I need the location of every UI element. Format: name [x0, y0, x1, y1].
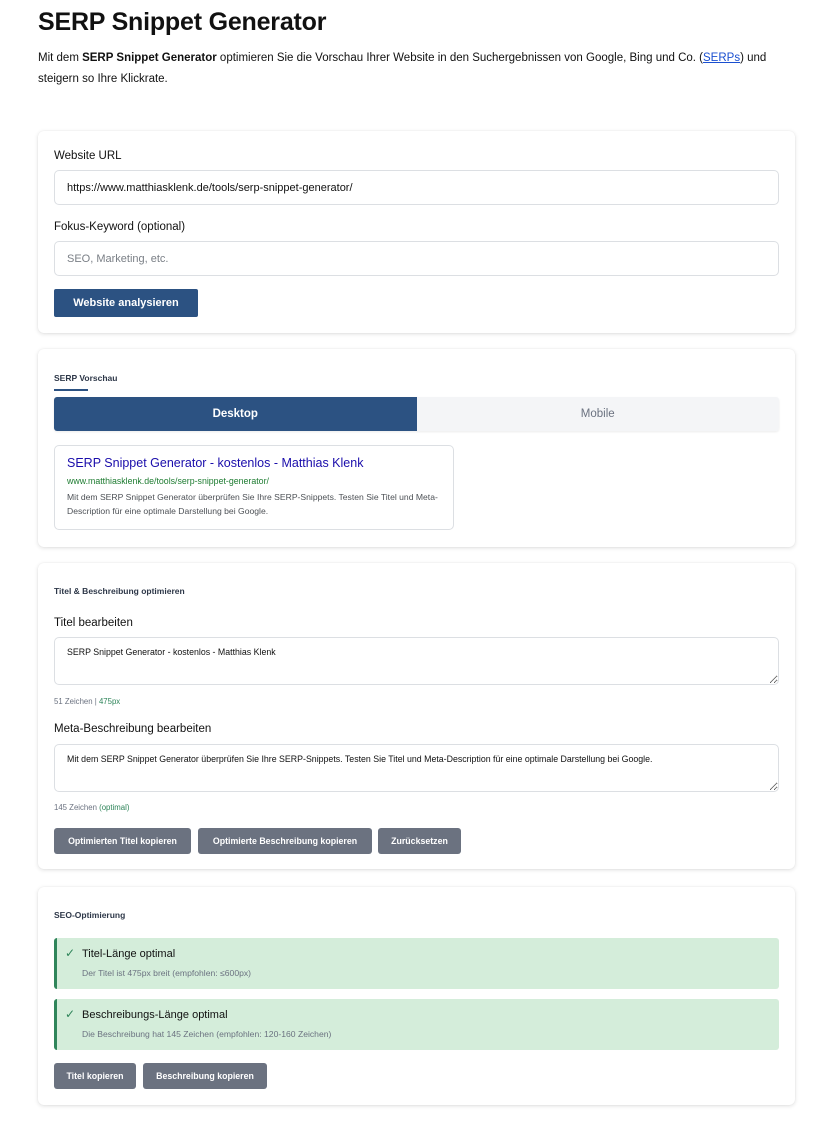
- intro-text: Mit dem SERP Snippet Generator optimiere…: [38, 48, 808, 90]
- result-description: Der Titel ist 475px breit (empfohlen: ≤6…: [82, 968, 252, 978]
- device-tabs: Desktop Mobile: [54, 397, 779, 431]
- result-title: Titel-Länge optimal: [82, 948, 176, 960]
- copy-optimized-title-button[interactable]: Optimierten Titel kopieren: [54, 828, 191, 854]
- title-pixel-width: 475px: [98, 697, 121, 706]
- serp-snippet-title[interactable]: SERP Snippet Generator - kostenlos - Mat…: [67, 456, 441, 470]
- intro-bold: SERP Snippet Generator: [82, 52, 217, 64]
- copy-description-button[interactable]: Beschreibung kopieren: [143, 1063, 267, 1089]
- description-char-count: 145 Zeichen: [54, 803, 100, 812]
- description-counter: 145 Zeichen (optimal): [54, 803, 129, 812]
- desc-edit-label: Meta-Beschreibung bearbeiten: [54, 723, 212, 735]
- page: SERP Snippet Generator Mit dem SERP Snip…: [0, 0, 839, 1134]
- copy-title-button[interactable]: Titel kopieren: [54, 1063, 136, 1089]
- reset-button[interactable]: Zurücksetzen: [378, 828, 461, 854]
- seo-heading: SEO-Optimierung: [54, 910, 126, 920]
- check-icon: ✓: [65, 1007, 76, 1021]
- optimize-card: Titel & Beschreibung optimieren Titel be…: [38, 563, 795, 869]
- tab-desktop[interactable]: Desktop: [54, 397, 417, 431]
- title-length-result: ✓ Titel-Länge optimal Der Titel ist 475p…: [54, 938, 779, 989]
- serp-snippet-description: Mit dem SERP Snippet Generator überprüfe…: [67, 492, 438, 516]
- intro-text-before: Mit dem: [38, 52, 83, 64]
- analyze-card: Website URL Fokus-Keyword (optional) Web…: [38, 131, 795, 333]
- url-label: Website URL: [54, 150, 122, 162]
- keyword-input[interactable]: [54, 241, 779, 276]
- serp-preview-underline: [54, 389, 88, 391]
- title-edit-label: Titel bearbeiten: [54, 617, 133, 629]
- tab-mobile[interactable]: Mobile: [416, 397, 779, 431]
- keyword-label: Fokus-Keyword (optional): [54, 221, 186, 233]
- serps-link[interactable]: SERPs: [703, 52, 740, 64]
- serp-snippet-preview: SERP Snippet Generator - kostenlos - Mat…: [54, 445, 454, 530]
- analyze-button[interactable]: Website analysieren: [54, 289, 198, 317]
- check-icon: ✓: [65, 946, 76, 960]
- serp-snippet-url: www.matthiasklenk.de/tools/serp-snippet-…: [67, 476, 269, 486]
- result-description: Die Beschreibung hat 145 Zeichen (empfoh…: [82, 1029, 332, 1039]
- title-textarea[interactable]: SERP Snippet Generator - kostenlos - Mat…: [54, 637, 779, 685]
- description-status: (optimal): [99, 803, 130, 812]
- description-length-result: ✓ Beschreibungs-Länge optimal Die Beschr…: [54, 999, 779, 1050]
- title-counter: 51 Zeichen | 475px: [54, 697, 120, 706]
- page-title: SERP Snippet Generator: [38, 8, 327, 36]
- copy-optimized-description-button[interactable]: Optimierte Beschreibung kopieren: [198, 828, 372, 854]
- url-input[interactable]: [54, 170, 779, 205]
- description-textarea[interactable]: Mit dem SERP Snippet Generator überprüfe…: [54, 744, 779, 792]
- serp-preview-card: SERP Vorschau Desktop Mobile SERP Snippe…: [38, 349, 795, 547]
- seo-card: SEO-Optimierung ✓ Titel-Länge optimal De…: [38, 887, 795, 1105]
- result-title: Beschreibungs-Länge optimal: [82, 1009, 228, 1021]
- serp-preview-heading: SERP Vorschau: [54, 373, 118, 383]
- title-char-count: 51 Zeichen: [54, 697, 93, 706]
- intro-text-middle: optimieren Sie die Vorschau Ihrer Websit…: [216, 52, 704, 64]
- optimize-heading: Titel & Beschreibung optimieren: [54, 586, 185, 596]
